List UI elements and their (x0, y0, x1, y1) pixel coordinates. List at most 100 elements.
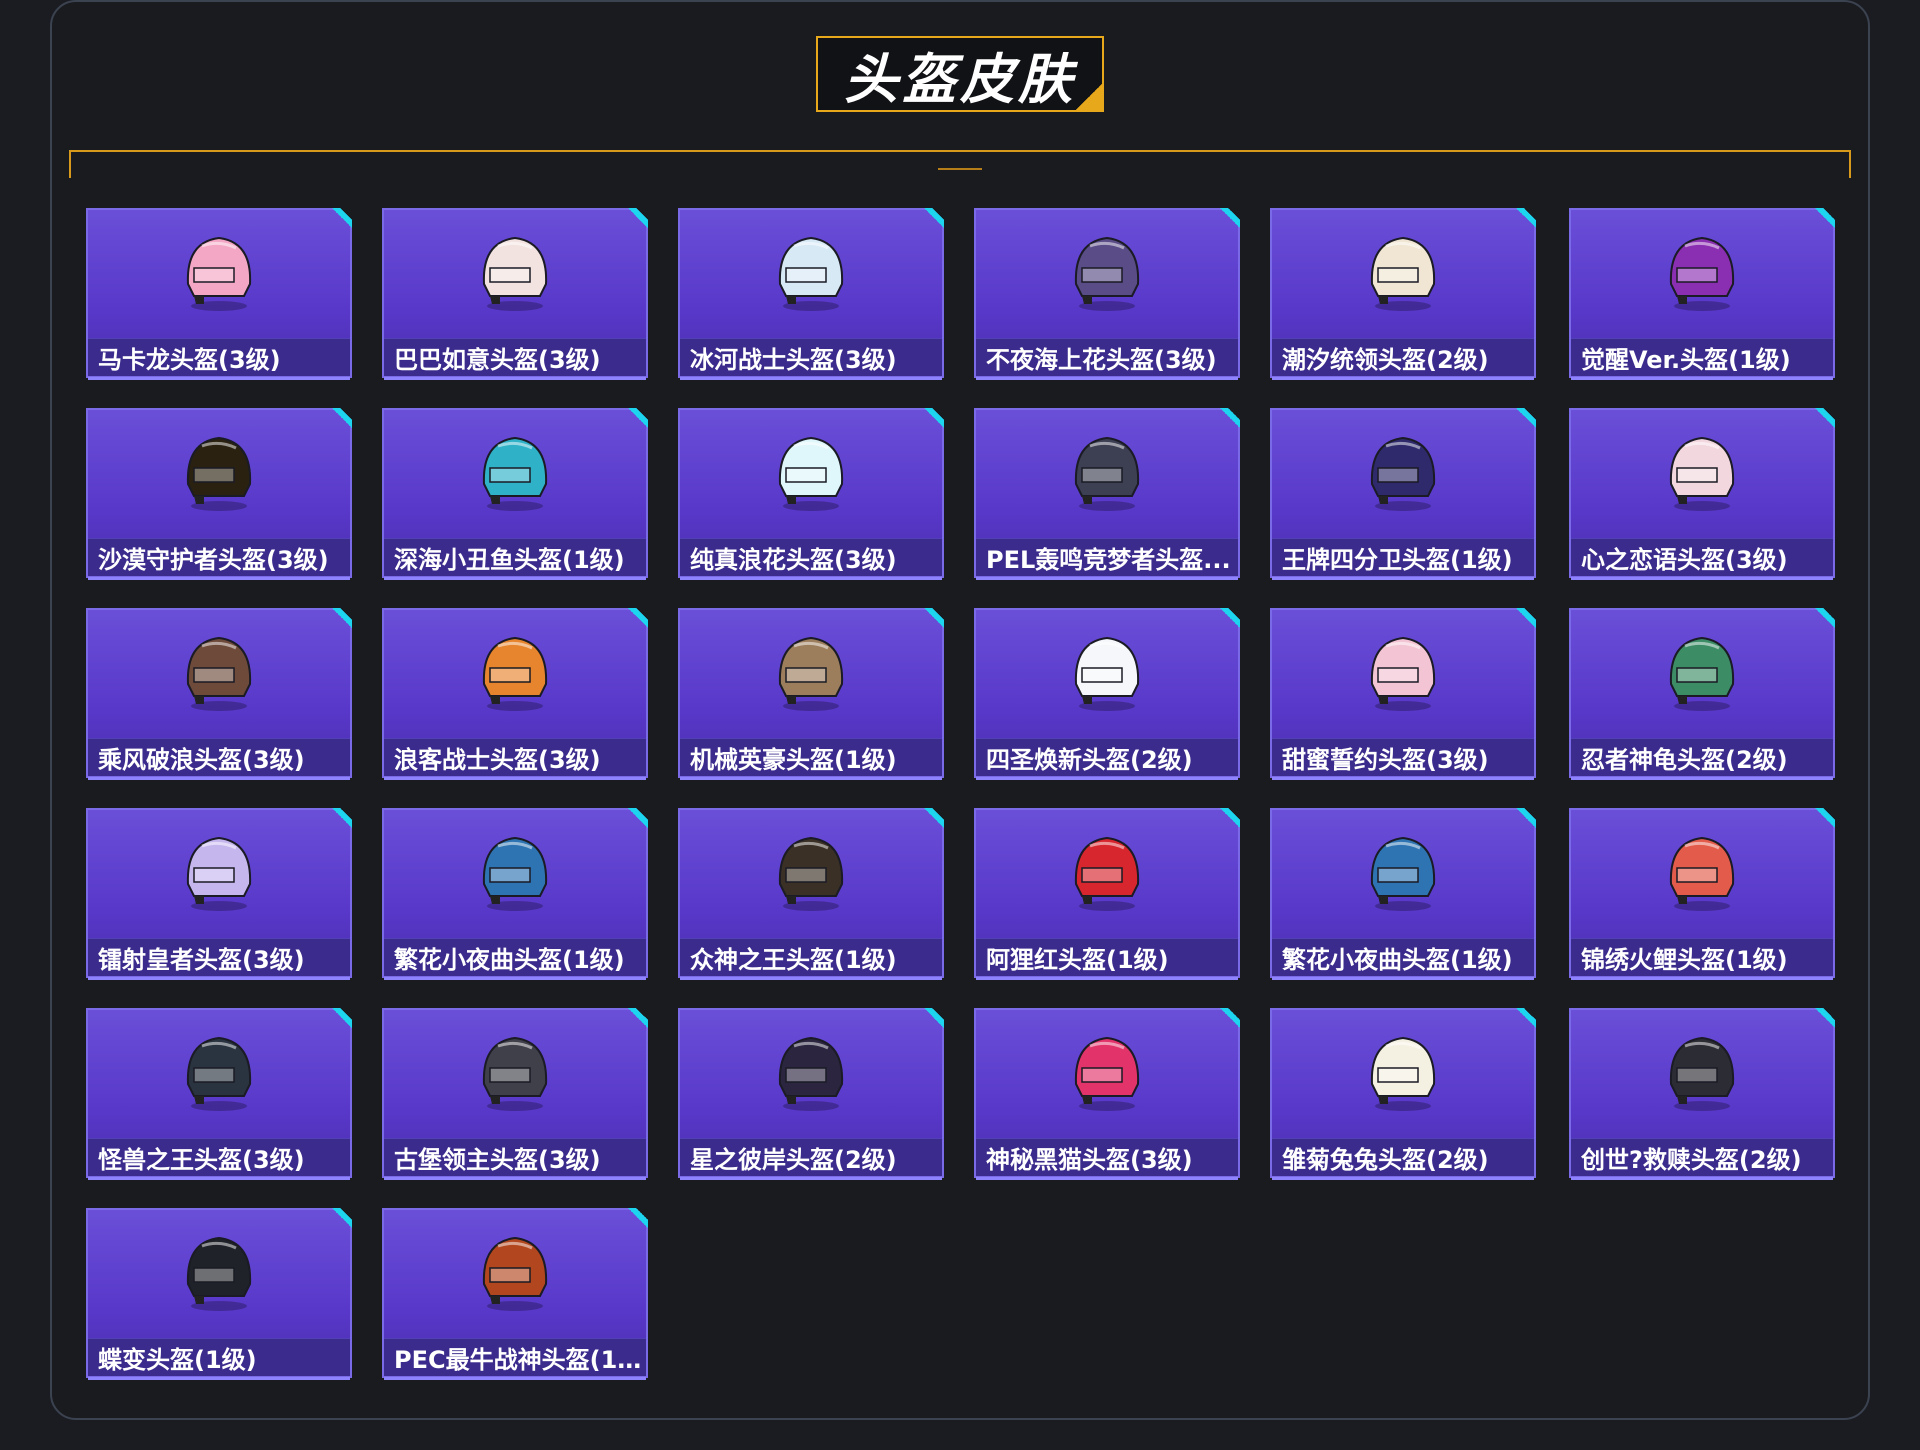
card-base-line (1272, 777, 1534, 780)
helmet-skin-card[interactable]: 王牌四分卫头盔(1级) (1270, 408, 1536, 580)
card-base-line (976, 977, 1238, 980)
corner-cut (932, 808, 944, 820)
helmet-icon (1669, 1036, 1735, 1111)
helmet-skin-card[interactable]: 繁花小夜曲头盔(1级) (1270, 808, 1536, 980)
helmet-skin-name: 古堡领主头盔(3级) (394, 1146, 601, 1174)
helmet-skin-card[interactable]: 繁花小夜曲头盔(1级) (382, 808, 648, 980)
helmet-skin-card[interactable]: 镭射皇者头盔(3级) (86, 808, 352, 980)
helmet-skin-name: 忍者神龟头盔(2级) (1581, 746, 1788, 774)
helmet-skin-card[interactable]: 雏菊兔兔头盔(2级) (1270, 1008, 1536, 1180)
card-base-line (976, 377, 1238, 380)
helmet-skin-card[interactable]: 机械英豪头盔(1级) (678, 608, 944, 780)
card-base-line (1571, 1177, 1833, 1180)
helmet-skin-card[interactable]: 乘风破浪头盔(3级) (86, 608, 352, 780)
card-label-bar: 怪兽之王头盔(3级) (88, 1138, 350, 1176)
helmet-skin-name: 不夜海上花头盔(3级) (986, 346, 1217, 374)
card-label-bar: 心之恋语头盔(3级) (1571, 538, 1833, 576)
card-label-bar: 甜蜜誓约头盔(3级) (1272, 738, 1534, 776)
helmet-icon (482, 436, 548, 511)
corner-cut (636, 808, 648, 820)
card-base-line (1272, 977, 1534, 980)
helmet-skin-card[interactable]: 潮汐统领头盔(2级) (1270, 208, 1536, 380)
helmet-icon (1370, 1036, 1436, 1111)
corner-cut (1823, 208, 1835, 220)
helmet-skin-card[interactable]: 忍者神龟头盔(2级) (1569, 608, 1835, 780)
card-base-line (384, 1177, 646, 1180)
helmet-icon (186, 436, 252, 511)
card-base-line (680, 1177, 942, 1180)
helmet-skin-card[interactable]: 怪兽之王头盔(3级) (86, 1008, 352, 1180)
helmet-skin-card[interactable]: 纯真浪花头盔(3级) (678, 408, 944, 580)
helmet-skin-name: 众神之王头盔(1级) (690, 946, 897, 974)
card-base-line (680, 977, 942, 980)
card-label-bar: 乘风破浪头盔(3级) (88, 738, 350, 776)
helmet-skin-card[interactable]: 四圣焕新头盔(2级) (974, 608, 1240, 780)
helmet-skin-card[interactable]: 众神之王头盔(1级) (678, 808, 944, 980)
helmet-icon (482, 1236, 548, 1311)
helmet-skin-card[interactable]: 冰河战士头盔(3级) (678, 208, 944, 380)
card-label-bar: 繁花小夜曲头盔(1级) (1272, 938, 1534, 976)
card-label-bar: 众神之王头盔(1级) (680, 938, 942, 976)
helmet-icon (1074, 836, 1140, 911)
helmet-skin-card[interactable]: 神秘黑猫头盔(3级) (974, 1008, 1240, 1180)
corner-cut (636, 1008, 648, 1020)
corner-cut (1823, 1008, 1835, 1020)
card-base-line (384, 777, 646, 780)
helmet-skin-card[interactable]: 觉醒Ver.头盔(1级) (1569, 208, 1835, 380)
helmet-skin-card[interactable]: 沙漠守护者头盔(3级) (86, 408, 352, 580)
card-base-line (976, 777, 1238, 780)
card-label-bar: 沙漠守护者头盔(3级) (88, 538, 350, 576)
helmet-icon (186, 636, 252, 711)
card-label-bar: PEC最牛战神头盔(1... (384, 1338, 646, 1376)
card-base-line (1571, 777, 1833, 780)
helmet-icon (778, 236, 844, 311)
helmet-skin-name: 深海小丑鱼头盔(1级) (394, 546, 625, 574)
corner-cut (340, 408, 352, 420)
card-base-line (1272, 377, 1534, 380)
corner-cut (636, 408, 648, 420)
helmet-skin-name: 四圣焕新头盔(2级) (986, 746, 1193, 774)
helmet-skin-card[interactable]: 阿狸红头盔(1级) (974, 808, 1240, 980)
helmet-skin-card[interactable]: 星之彼岸头盔(2级) (678, 1008, 944, 1180)
helmet-skin-card[interactable]: 锦绣火鲤头盔(1级) (1569, 808, 1835, 980)
helmet-icon (186, 1236, 252, 1311)
helmet-skin-name: 沙漠守护者头盔(3级) (98, 546, 329, 574)
card-base-line (976, 577, 1238, 580)
helmet-skin-name: 王牌四分卫头盔(1级) (1282, 546, 1513, 574)
card-base-line (680, 377, 942, 380)
card-base-line (384, 1377, 646, 1380)
helmet-icon (482, 236, 548, 311)
helmet-skin-card[interactable]: 创世?救赎头盔(2级) (1569, 1008, 1835, 1180)
corner-cut (932, 408, 944, 420)
helmet-skin-name: 潮汐统领头盔(2级) (1282, 346, 1489, 374)
card-base-line (976, 1177, 1238, 1180)
corner-cut (1524, 1008, 1536, 1020)
helmet-skin-card[interactable]: 巴巴如意头盔(3级) (382, 208, 648, 380)
helmet-skin-card[interactable]: PEL轰鸣竞梦者头盔... (974, 408, 1240, 580)
helmet-skin-name: 星之彼岸头盔(2级) (690, 1146, 897, 1174)
card-label-bar: 冰河战士头盔(3级) (680, 338, 942, 376)
corner-cut (1228, 1008, 1240, 1020)
helmet-icon (186, 236, 252, 311)
card-label-bar: 忍者神龟头盔(2级) (1571, 738, 1833, 776)
helmet-skin-name: 心之恋语头盔(3级) (1581, 546, 1788, 574)
helmet-skin-card[interactable]: PEC最牛战神头盔(1... (382, 1208, 648, 1380)
helmet-skin-name: 乘风破浪头盔(3级) (98, 746, 305, 774)
helmet-skin-card[interactable]: 甜蜜誓约头盔(3级) (1270, 608, 1536, 780)
helmet-skin-card[interactable]: 蝶变头盔(1级) (86, 1208, 352, 1380)
card-label-bar: 潮汐统领头盔(2级) (1272, 338, 1534, 376)
helmet-skin-card[interactable]: 不夜海上花头盔(3级) (974, 208, 1240, 380)
card-base-line (1571, 377, 1833, 380)
corner-cut (1823, 408, 1835, 420)
helmet-icon (778, 836, 844, 911)
card-label-bar: 锦绣火鲤头盔(1级) (1571, 938, 1833, 976)
helmet-skin-card[interactable]: 古堡领主头盔(3级) (382, 1008, 648, 1180)
helmet-skin-card[interactable]: 马卡龙头盔(3级) (86, 208, 352, 380)
helmet-icon (1074, 1036, 1140, 1111)
helmet-skin-card[interactable]: 深海小丑鱼头盔(1级) (382, 408, 648, 580)
helmet-skin-card[interactable]: 心之恋语头盔(3级) (1569, 408, 1835, 580)
helmet-icon (778, 436, 844, 511)
helmet-icon (1669, 236, 1735, 311)
corner-cut (340, 608, 352, 620)
helmet-skin-card[interactable]: 浪客战士头盔(3级) (382, 608, 648, 780)
